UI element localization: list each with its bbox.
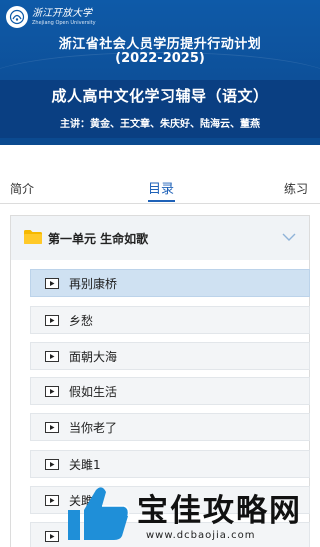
video-play-icon xyxy=(45,350,59,362)
video-play-icon xyxy=(45,421,59,433)
lesson-row[interactable]: 关雎1 xyxy=(30,450,310,478)
thumbs-up-watermark-icon xyxy=(68,487,130,540)
university-emblem-icon xyxy=(6,6,28,28)
program-years: (2022-2025) xyxy=(115,51,205,66)
lesson-row[interactable]: 假如生活 xyxy=(30,377,310,405)
lesson-label: 当你老了 xyxy=(69,420,118,435)
watermark-text: 宝佳攻略网 xyxy=(137,493,302,529)
university-name-en: Zhejiang Open University xyxy=(32,19,96,26)
course-header-banner: 浙江开放大学 Zhejiang Open University 浙江省社会人员学… xyxy=(0,0,320,145)
watermark-url: www.dcbaojia.com xyxy=(146,530,256,541)
lecturers-line: 主讲：黄金、王文章、朱庆好、陆海云、董燕 xyxy=(60,119,260,130)
lesson-row[interactable]: 乡愁 xyxy=(30,306,310,334)
lesson-label: 假如生活 xyxy=(69,384,118,399)
unit-header[interactable]: 第一单元 生命如歌 xyxy=(11,216,309,260)
tab-intro[interactable]: 简介 xyxy=(10,180,34,197)
lesson-label: 乡愁 xyxy=(69,313,94,328)
lesson-row[interactable]: 面朝大海 xyxy=(30,342,310,370)
active-tab-indicator xyxy=(148,200,175,202)
course-title: 成人高中文化学习辅导（语文） xyxy=(51,87,269,105)
video-play-icon xyxy=(45,385,59,397)
university-logo: 浙江开放大学 Zhejiang Open University xyxy=(6,6,96,28)
lesson-label: 面朝大海 xyxy=(69,349,118,364)
tab-practice[interactable]: 练习 xyxy=(284,180,308,197)
video-play-icon xyxy=(45,277,59,289)
unit-title: 第一单元 生命如歌 xyxy=(48,232,149,246)
video-play-icon xyxy=(45,314,59,326)
tab-catalog[interactable]: 目录 xyxy=(148,178,174,197)
video-play-icon xyxy=(45,494,59,506)
tab-divider xyxy=(0,203,320,204)
lesson-row[interactable]: 当你老了 xyxy=(30,413,310,441)
lesson-label: 再别康桥 xyxy=(69,276,118,291)
chevron-down-icon[interactable] xyxy=(281,229,297,245)
folder-icon xyxy=(24,230,42,244)
program-title: 浙江省社会人员学历提升行动计划 xyxy=(58,37,262,52)
lesson-row[interactable]: 再别康桥 xyxy=(30,269,310,297)
tab-bar: 简介 目录 练习 xyxy=(0,172,320,202)
video-play-icon xyxy=(45,530,59,542)
university-name: 浙江开放大学 xyxy=(32,7,92,19)
lesson-label: 关雎1 xyxy=(69,457,101,472)
video-play-icon xyxy=(45,458,59,470)
